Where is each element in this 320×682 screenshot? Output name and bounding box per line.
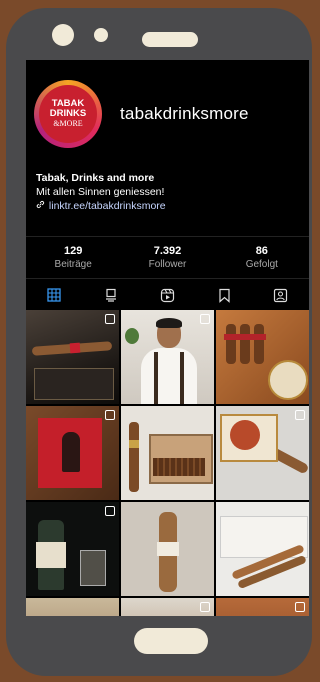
post-thumbnail[interactable] <box>26 310 119 404</box>
bio-link-text[interactable]: linktr.ee/tabakdrinksmore <box>49 200 166 212</box>
cigar-band <box>224 334 266 340</box>
cigar-image <box>254 324 264 364</box>
post-thumbnail[interactable] <box>121 598 214 616</box>
stat-followers[interactable]: 7.392 Follower <box>120 237 214 270</box>
box-label-image <box>268 360 308 400</box>
link-icon <box>36 199 46 213</box>
stat-following-value: 86 <box>255 245 268 257</box>
post-thumbnail[interactable] <box>26 502 119 596</box>
cigar-rows-image <box>153 458 205 476</box>
tab-tagged[interactable] <box>252 279 309 311</box>
camera-icon <box>52 24 74 46</box>
suspenders-image <box>154 352 158 404</box>
bookmark-icon <box>218 288 230 303</box>
suspenders-image <box>180 352 184 404</box>
multi-post-icon <box>105 506 115 516</box>
grid-icon <box>47 288 61 302</box>
avatar-logo: TABAK DRINKS &MORE <box>39 85 97 143</box>
stat-posts[interactable]: 129 Beiträge <box>26 237 120 270</box>
post-thumbnail[interactable] <box>216 406 309 500</box>
speaker-grille <box>142 32 198 47</box>
tab-saved[interactable] <box>196 279 253 311</box>
profile-tabs <box>26 278 309 311</box>
tab-feed[interactable] <box>83 279 140 311</box>
stat-following[interactable]: 86 Gefolgt <box>215 237 309 270</box>
post-thumbnail[interactable] <box>216 502 309 596</box>
cigar-image <box>226 324 236 364</box>
tab-reels[interactable] <box>139 279 196 311</box>
multi-post-icon <box>200 602 210 612</box>
bio-link[interactable]: linktr.ee/tabakdrinksmore <box>36 199 166 213</box>
cigar-image <box>240 324 250 364</box>
stat-posts-value: 129 <box>63 245 83 257</box>
post-thumbnail[interactable] <box>121 406 214 500</box>
person-hair-image <box>156 318 182 328</box>
stat-followers-label: Follower <box>148 259 187 270</box>
profile-bio: Tabak, Drinks and more Mit allen Sinnen … <box>36 171 166 213</box>
avatar-text-line3: &MORE <box>53 119 83 128</box>
multi-post-icon <box>105 410 115 420</box>
post-thumbnail[interactable] <box>121 502 214 596</box>
post-thumbnail[interactable] <box>121 310 214 404</box>
box-image <box>34 368 114 400</box>
post-thumbnail[interactable] <box>216 310 309 404</box>
cigar-image <box>129 422 139 492</box>
multi-post-icon <box>295 410 305 420</box>
bio-tagline: Mit allen Sinnen geniessen! <box>36 186 165 198</box>
figure-image <box>62 432 80 472</box>
profile-stats: 129 Beiträge 7.392 Follower 86 Gefolgt <box>26 236 309 270</box>
feed-icon <box>105 288 116 302</box>
box-art-image <box>230 420 260 450</box>
phone-frame: TABAK DRINKS &MORE tabakdrinksmore Tabak… <box>6 8 312 676</box>
stat-following-label: Gefolgt <box>245 259 278 270</box>
sensor-icon <box>94 28 108 42</box>
plant-image <box>125 328 139 344</box>
glass-image <box>80 550 106 586</box>
tab-grid[interactable] <box>26 279 83 311</box>
multi-post-icon <box>295 602 305 612</box>
multi-post-icon <box>105 314 115 324</box>
reels-icon <box>160 288 175 302</box>
cigar-band <box>157 542 179 556</box>
multi-post-icon <box>200 314 210 324</box>
home-button[interactable] <box>134 628 208 654</box>
person-body-image <box>141 348 197 404</box>
profile-username: tabakdrinksmore <box>120 104 249 123</box>
profile-header: TABAK DRINKS &MORE tabakdrinksmore <box>34 80 249 148</box>
tagged-icon <box>274 288 288 302</box>
post-thumbnail[interactable] <box>216 598 309 616</box>
bottle-label-image <box>36 542 66 568</box>
post-thumbnail[interactable] <box>26 406 119 500</box>
cigar-band <box>69 342 81 354</box>
avatar-text-line2: DRINKS <box>49 108 87 119</box>
instagram-profile-screen: TABAK DRINKS &MORE tabakdrinksmore Tabak… <box>26 60 309 616</box>
display-name: Tabak, Drinks and more <box>36 172 155 184</box>
stat-followers-value: 7.392 <box>153 245 182 257</box>
avatar[interactable]: TABAK DRINKS &MORE <box>34 80 102 148</box>
post-thumbnail[interactable] <box>26 598 119 616</box>
stat-posts-label: Beiträge <box>54 259 92 270</box>
cigar-band <box>129 440 139 448</box>
